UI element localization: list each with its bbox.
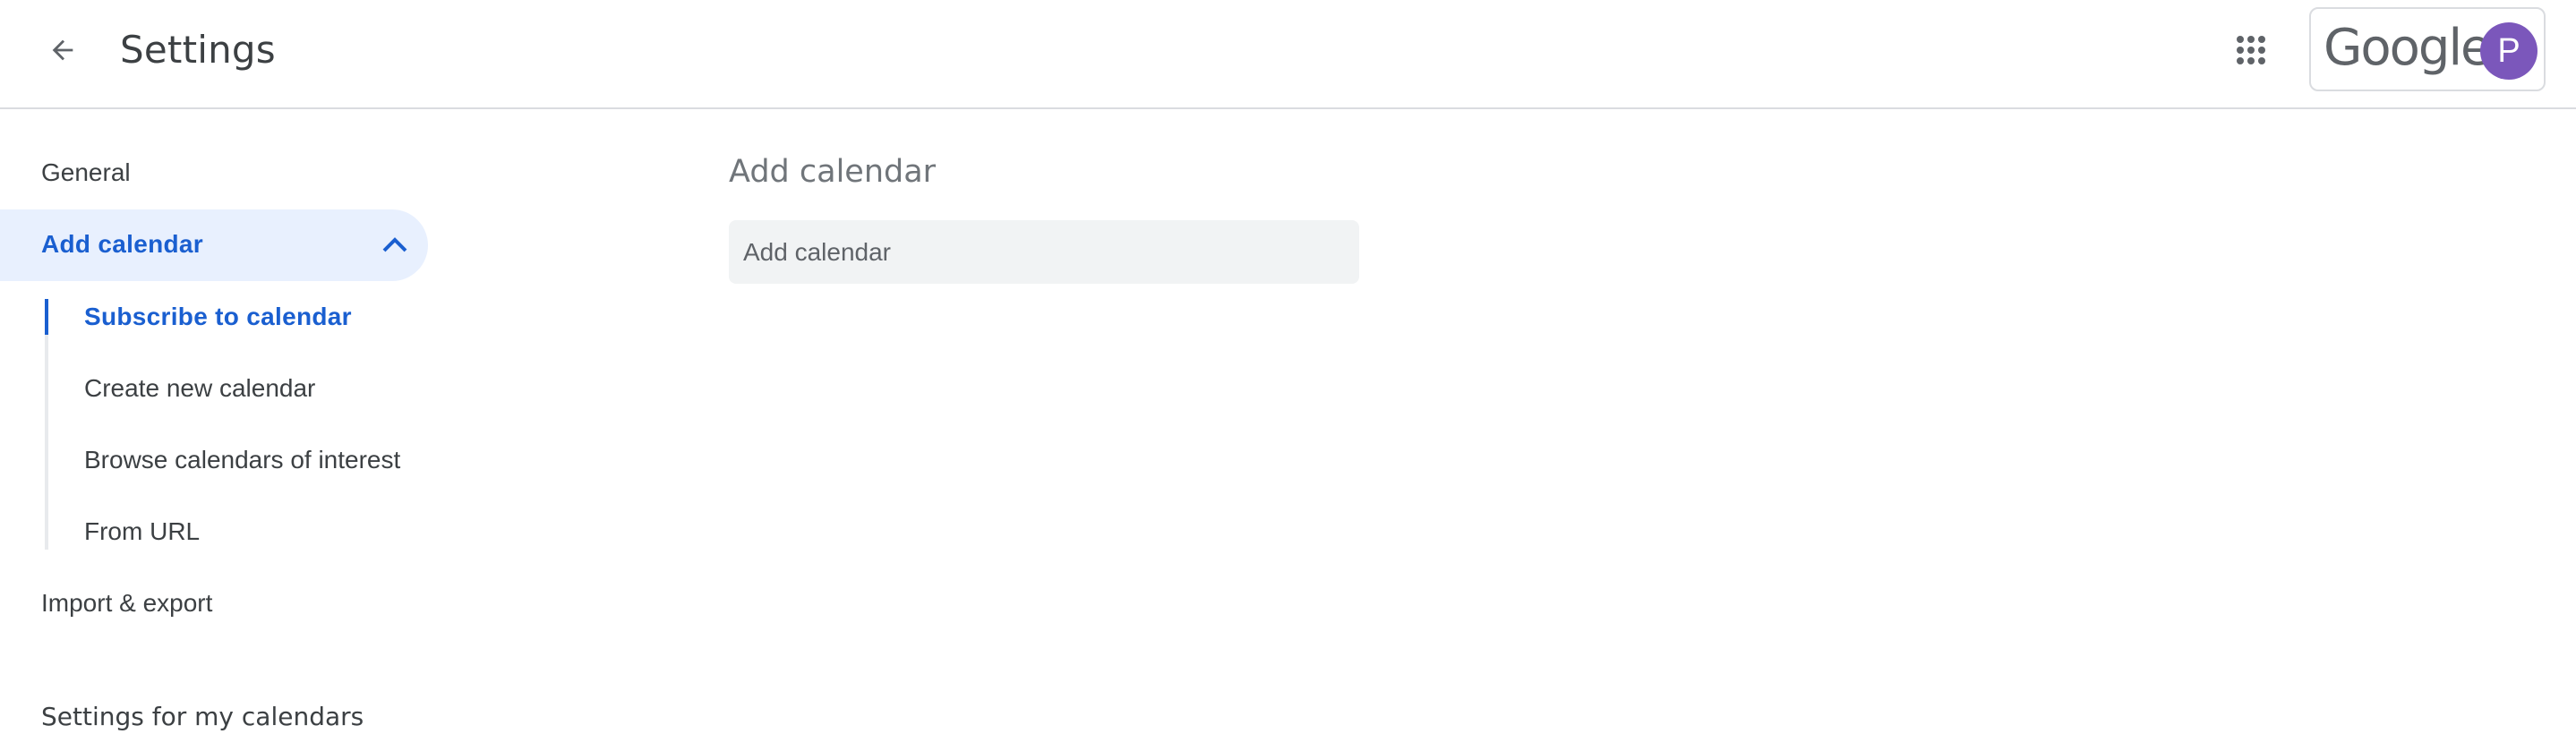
google-apps-button[interactable] xyxy=(2222,21,2280,79)
account-switcher[interactable]: Google P xyxy=(2309,7,2546,91)
app-header: Settings Google P xyxy=(0,0,2576,109)
google-logo: Google xyxy=(2324,19,2491,77)
sidebar-item-import-export[interactable]: Import & export xyxy=(41,588,212,619)
sidebar-section-heading: Settings for my calendars xyxy=(41,702,364,731)
page-title: Settings xyxy=(120,28,276,72)
sidebar-subitem-create-new[interactable]: Create new calendar xyxy=(84,373,315,404)
apps-grid-icon xyxy=(2237,36,2265,64)
back-button[interactable] xyxy=(34,21,91,79)
sidebar-subitem-subscribe[interactable]: Subscribe to calendar xyxy=(84,302,352,332)
avatar[interactable]: P xyxy=(2480,22,2537,80)
submenu-rail xyxy=(45,299,48,550)
sidebar-item-label: Add calendar xyxy=(41,230,203,258)
sidebar-subitem-from-url[interactable]: From URL xyxy=(84,516,200,547)
sidebar-item-general[interactable]: General xyxy=(41,158,131,188)
chevron-up-icon[interactable] xyxy=(381,235,408,254)
section-heading: Add calendar xyxy=(729,154,937,190)
sidebar-subitem-browse[interactable]: Browse calendars of interest xyxy=(84,445,400,475)
arrow-back-icon xyxy=(52,39,73,61)
add-calendar-input[interactable] xyxy=(729,220,1359,284)
sidebar-item-add-calendar[interactable]: Add calendar xyxy=(0,209,428,281)
submenu-active-indicator xyxy=(45,299,48,335)
